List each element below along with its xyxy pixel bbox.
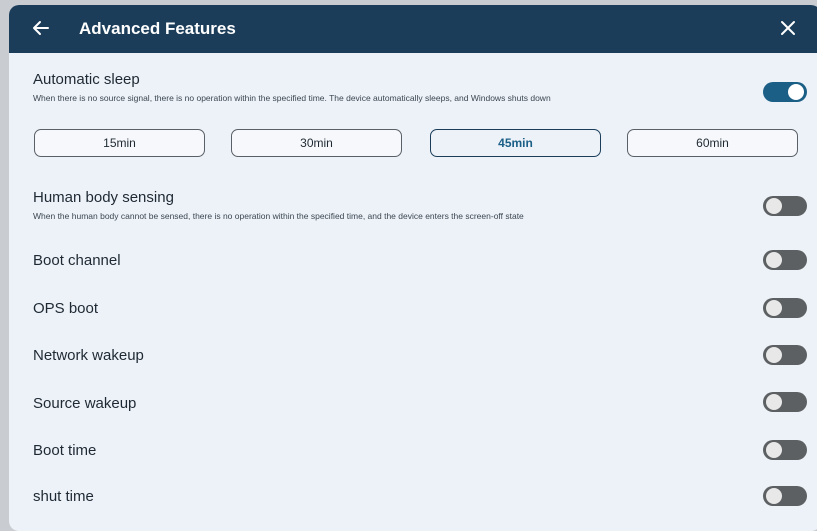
toggle-knob — [766, 488, 782, 504]
automatic-sleep-title: Automatic sleep — [33, 71, 140, 88]
toggle-knob — [766, 198, 782, 214]
boot-time-toggle[interactable] — [763, 440, 807, 460]
ops-boot-label: OPS boot — [33, 300, 99, 317]
advanced-features-dialog: Advanced Features Automatic sleep When t… — [9, 5, 817, 531]
close-icon[interactable] — [779, 19, 797, 37]
network-wakeup-label: Network wakeup — [33, 347, 144, 364]
boot-time-label: Boot time — [33, 442, 97, 459]
toggle-knob — [766, 252, 782, 268]
network-wakeup-toggle[interactable] — [763, 345, 807, 365]
sleep-option-60min[interactable]: 60min — [627, 129, 798, 157]
source-wakeup-label: Source wakeup — [33, 395, 137, 412]
toggle-knob — [788, 84, 804, 100]
arrow-left-icon[interactable] — [31, 18, 51, 38]
toggle-knob — [766, 300, 782, 316]
toggle-knob — [766, 394, 782, 410]
dialog-header: Advanced Features — [9, 5, 817, 53]
shut-time-toggle[interactable] — [763, 486, 807, 506]
dialog-title: Advanced Features — [79, 19, 236, 38]
source-wakeup-toggle[interactable] — [763, 392, 807, 412]
sleep-option-30min[interactable]: 30min — [231, 129, 402, 157]
human-body-sensing-toggle[interactable] — [763, 196, 807, 216]
toggle-knob — [766, 442, 782, 458]
ops-boot-toggle[interactable] — [763, 298, 807, 318]
boot-channel-toggle[interactable] — [763, 250, 807, 270]
toggle-knob — [766, 347, 782, 363]
automatic-sleep-toggle[interactable] — [763, 82, 807, 102]
automatic-sleep-description: When there is no source signal, there is… — [33, 93, 551, 103]
shut-time-label: shut time — [33, 488, 94, 505]
boot-channel-label: Boot channel — [33, 252, 121, 269]
sleep-option-15min[interactable]: 15min — [34, 129, 205, 157]
human-body-sensing-description: When the human body cannot be sensed, th… — [33, 211, 524, 221]
human-body-sensing-title: Human body sensing — [33, 189, 174, 206]
sleep-option-45min[interactable]: 45min — [430, 129, 601, 157]
